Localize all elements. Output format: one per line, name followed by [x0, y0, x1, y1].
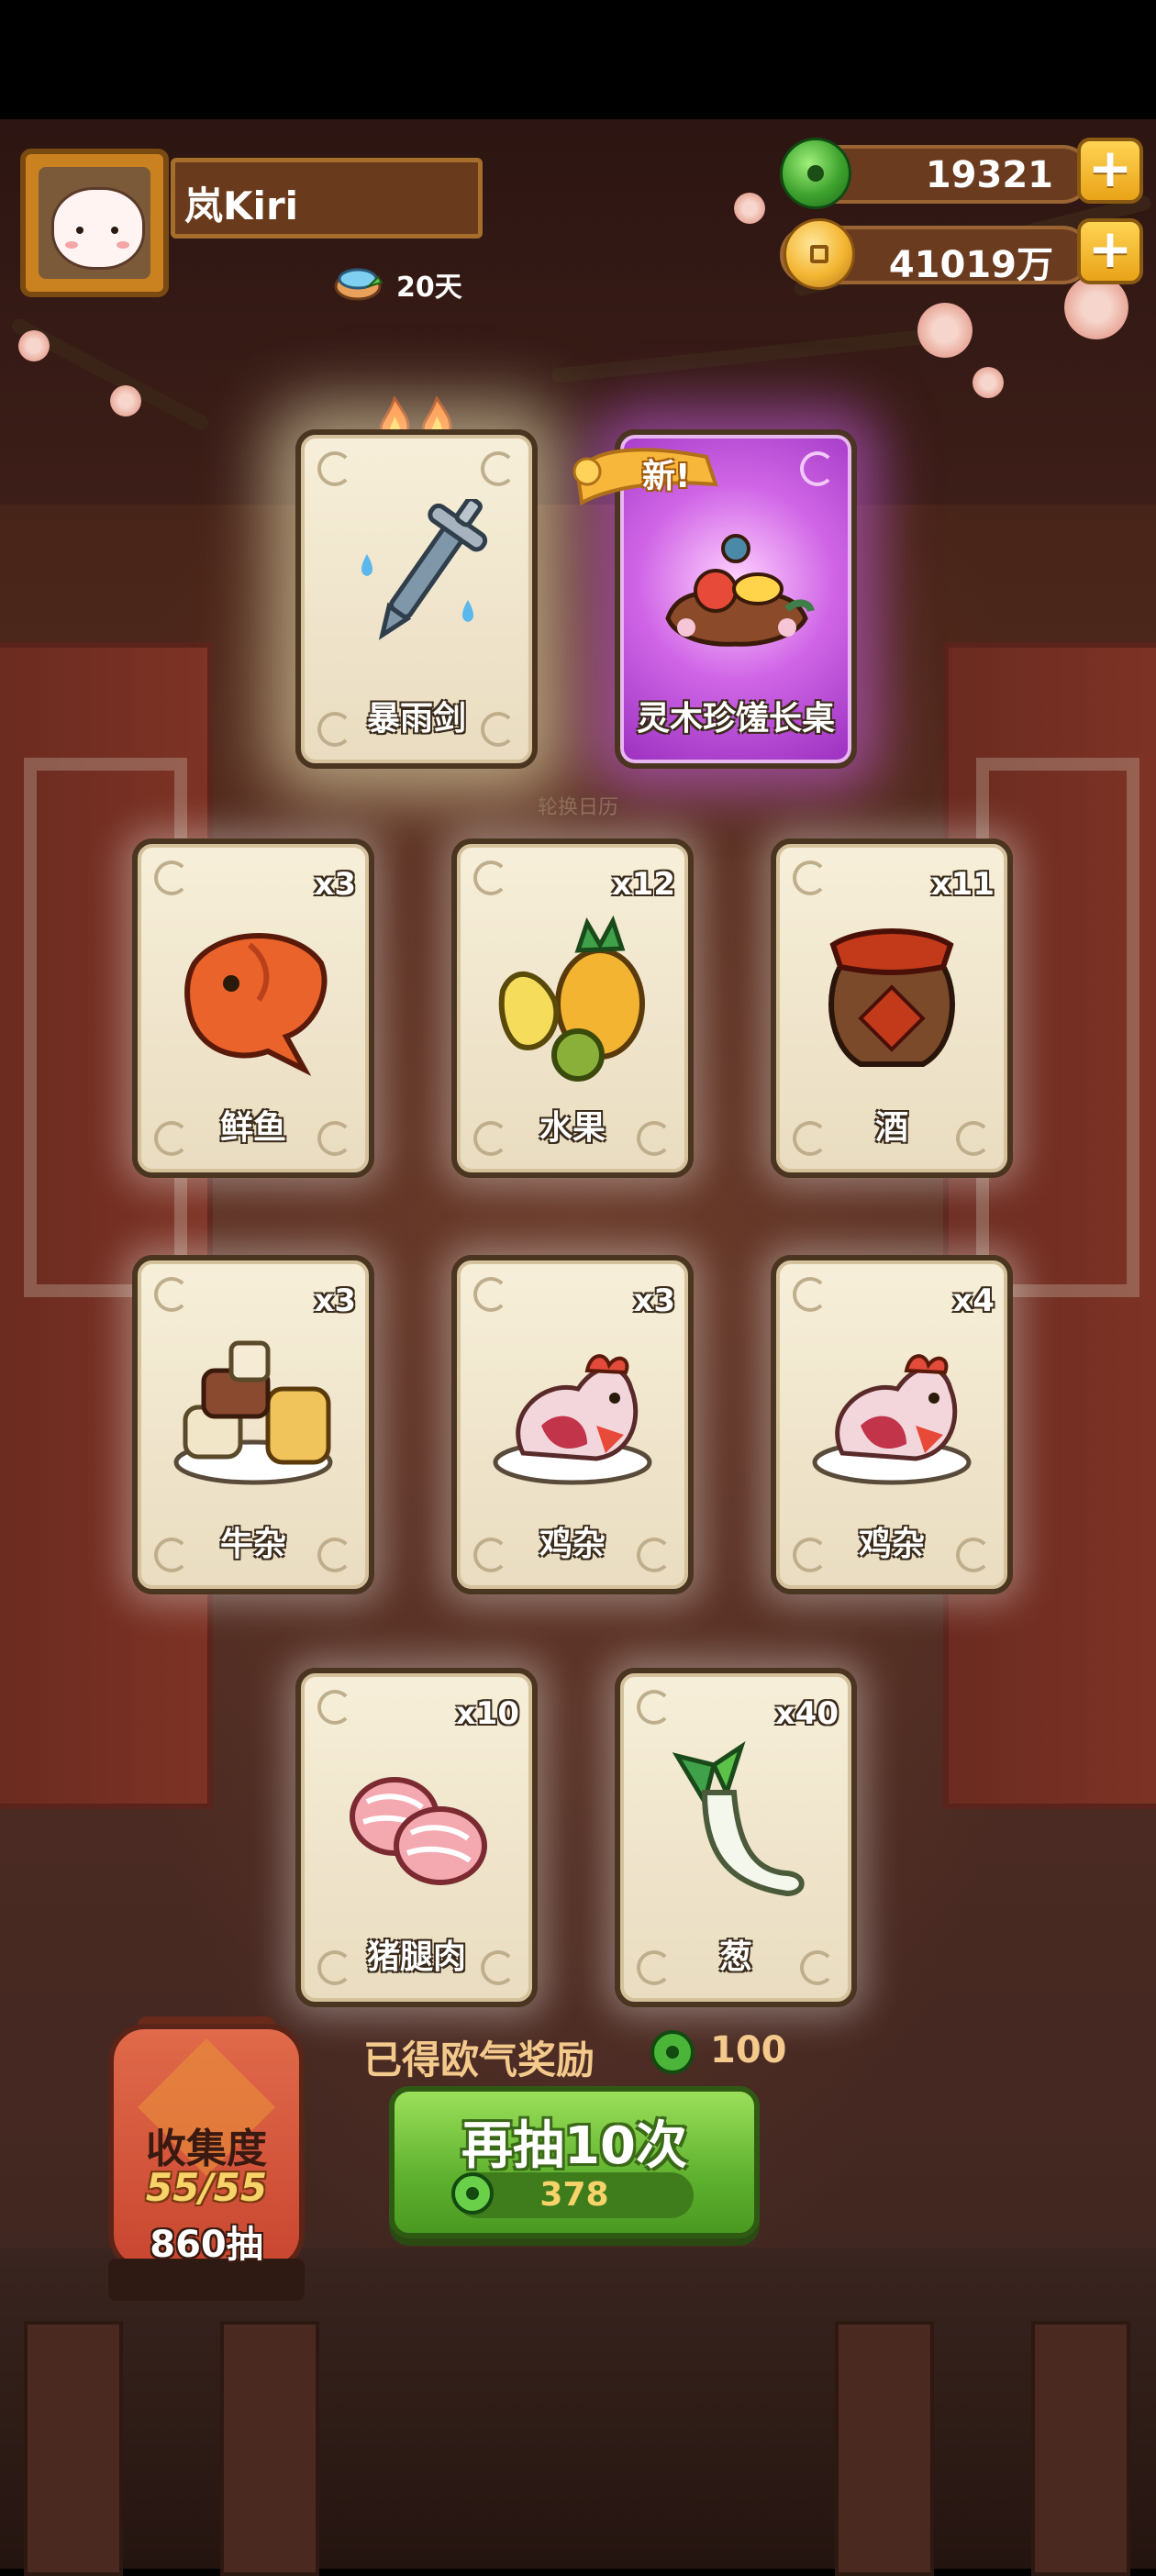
card-count: x3	[314, 1282, 356, 1319]
chicken-offal-icon	[812, 1354, 972, 1485]
card-count: x3	[314, 866, 356, 903]
card-label: 鲜鱼	[219, 1109, 286, 1147]
fence-post	[24, 2321, 123, 2576]
new-badge-label: 新!	[642, 458, 691, 495]
reward-card[interactable]: x3 鲜鱼	[132, 838, 374, 1178]
fish-icon	[184, 933, 328, 1077]
reward-card[interactable]: x12 水果	[451, 838, 694, 1178]
card-label: 暴雨剑	[366, 700, 466, 738]
reward-card-featured[interactable]: 暴雨剑	[295, 429, 538, 769]
reward-value: 100	[710, 2029, 787, 2071]
collection-progress: 55/55	[145, 2165, 268, 2210]
fruit-icon	[498, 915, 645, 1082]
add-jade-button[interactable]: +	[1077, 138, 1143, 204]
sword-icon	[361, 499, 488, 640]
reward-card[interactable]: x40 葱	[615, 1668, 857, 2007]
wine-jar-icon	[828, 928, 955, 1067]
card-label: 牛杂	[219, 1526, 286, 1563]
card-count: x12	[611, 866, 675, 903]
draw-again-label: 再抽10次	[461, 2116, 687, 2176]
card-count: x40	[774, 1695, 839, 1732]
coin-amount: 41019万	[888, 244, 1053, 286]
banquet-table-icon	[665, 534, 815, 647]
card-label: 水果	[539, 1109, 606, 1147]
reward-card[interactable]: x10 猪腿肉	[295, 1668, 538, 2007]
fence-post	[835, 2321, 934, 2576]
scallion-icon	[672, 1740, 805, 1897]
reward-card[interactable]: x3 鸡杂	[451, 1255, 694, 1594]
blossom-decoration	[734, 193, 765, 224]
days-count: 20天	[396, 272, 462, 304]
draw-cost: 378	[539, 2176, 609, 2214]
fence-post	[220, 2321, 319, 2576]
calendar-bowl-icon	[334, 268, 383, 301]
avatar	[39, 167, 150, 279]
add-coins-button[interactable]: +	[1077, 218, 1143, 284]
card-count: x11	[930, 866, 995, 903]
beef-offal-icon	[173, 1340, 333, 1485]
jade-icon	[780, 138, 851, 209]
reward-card[interactable]: x11 酒	[771, 838, 1013, 1178]
player-name-bar: 岚Kiri	[171, 158, 483, 239]
blossom-decoration	[973, 367, 1004, 398]
jade-amount: 19321	[925, 154, 1053, 196]
card-count: x4	[952, 1282, 995, 1319]
card-count: x3	[633, 1282, 675, 1319]
blossom-decoration	[110, 385, 141, 416]
reward-card[interactable]: x4 鸡杂	[771, 1255, 1013, 1594]
avatar-frame[interactable]	[20, 149, 169, 297]
blossom-decoration	[18, 330, 50, 361]
jade-icon	[650, 2030, 695, 2074]
chicken-offal-icon	[493, 1354, 652, 1485]
reward-label: 已得欧气奖励	[363, 2037, 595, 2082]
card-label: 葱	[718, 1938, 752, 1976]
player-name: 岚Kiri	[184, 183, 299, 228]
pork-icon	[350, 1777, 487, 1885]
card-label: 灵木珍馐长桌	[636, 700, 835, 738]
rotation-calendar-label: 轮换日历	[537, 796, 618, 819]
card-count: x10	[455, 1695, 519, 1732]
blossom-decoration	[1064, 275, 1128, 339]
fence-post	[1031, 2321, 1130, 2576]
coin-icon	[784, 218, 855, 290]
reward-card[interactable]: x3 牛杂	[132, 1255, 374, 1594]
cat-avatar-icon	[51, 187, 145, 270]
blossom-decoration	[917, 303, 973, 358]
draw-again-button[interactable]: 再抽10次 378	[389, 2086, 760, 2238]
card-label: 鸡杂	[539, 1526, 606, 1563]
card-label: 酒	[874, 1109, 908, 1147]
card-label: 猪腿肉	[366, 1938, 466, 1976]
collection-draw-count: 860抽	[150, 2224, 263, 2266]
card-label: 鸡杂	[858, 1526, 925, 1563]
